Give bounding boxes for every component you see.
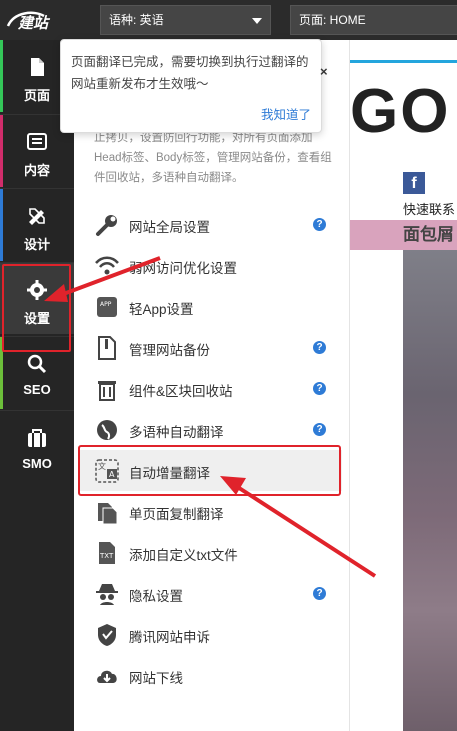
close-icon[interactable]: × (320, 64, 328, 79)
page-select-value: 页面: HOME (299, 13, 366, 27)
globe-icon (97, 420, 117, 440)
help-icon[interactable]: ? (313, 587, 326, 600)
svg-text:TXT: TXT (99, 552, 114, 560)
site-preview: GO f 快速联系 面包屑 (350, 40, 457, 731)
cloud-download-icon (97, 670, 117, 683)
help-icon[interactable]: ? (313, 218, 326, 231)
seo-icon (27, 354, 47, 374)
preview-banner-image (403, 250, 457, 731)
page-select[interactable]: 页面: HOME (290, 5, 457, 35)
panel-description: 止拷贝，设置防回行功能，对所有页面添加Head标签、Body标签，管理网站备份，… (94, 132, 332, 184)
trash-icon (98, 381, 116, 401)
spy-icon (96, 584, 118, 605)
txt-file-icon: TXT (99, 542, 115, 564)
app-icon: APP (97, 297, 117, 317)
preview-breadcrumb: 面包屑 (403, 225, 454, 244)
help-icon[interactable]: ? (313, 382, 326, 395)
menu-item-label: 单页面复制翻译 (129, 507, 224, 522)
svg-text:建站: 建站 (17, 14, 51, 32)
smo-icon (28, 429, 46, 447)
sidebar-item-smo[interactable]: SMO (0, 410, 74, 482)
svg-text:APP: APP (100, 301, 112, 308)
tooltip-message: 页面翻译已完成，需要切换到执行过翻译的网站重新发布才生效哦～ (71, 55, 309, 91)
menu-item-label: 轻App设置 (129, 302, 194, 317)
sidebar-item-label: SEO (23, 382, 51, 397)
wrench-icon (96, 215, 117, 236)
facebook-icon[interactable]: f (403, 172, 425, 194)
design-icon (29, 208, 45, 225)
menu-item-label: 组件&区块回收站 (129, 384, 233, 399)
menu-item-copy-page-translate[interactable]: 单页面复制翻译 (80, 491, 342, 532)
brand-logo[interactable]: 建站 (4, 6, 70, 34)
main-sidebar: 页面 内容 设计 设置 SEO SMO (0, 40, 74, 731)
chevron-down-icon (252, 18, 262, 24)
menu-item-tencent-appeal[interactable]: 腾讯网站申诉 (80, 614, 342, 655)
menu-item-label: 多语种自动翻译 (129, 425, 224, 440)
settings-menu-panel: 止拷贝，设置防回行功能，对所有页面添加Head标签、Body标签，管理网站备份，… (74, 40, 350, 731)
preview-left-column (350, 250, 403, 731)
content-icon (27, 133, 47, 150)
menu-item-privacy[interactable]: 隐私设置 ? (80, 573, 342, 614)
wifi-icon (95, 256, 119, 275)
help-icon[interactable]: ? (313, 423, 326, 436)
page-icon (31, 58, 44, 76)
menu-item-label: 管理网站备份 (129, 343, 210, 358)
brand-logo-mark: 建站 (6, 11, 51, 32)
menu-item-global-settings[interactable]: 网站全局设置 ? (80, 204, 342, 245)
preview-contact-text: 快速联系 (403, 202, 456, 217)
menu-item-label: 腾讯网站申诉 (129, 630, 210, 645)
sidebar-item-design[interactable]: 设计 (0, 188, 74, 261)
zip-file-icon (98, 336, 116, 360)
menu-item-label: 添加自定义txt文件 (129, 548, 238, 563)
sidebar-item-label: 内容 (23, 163, 50, 178)
help-icon[interactable]: ? (313, 341, 326, 354)
menu-item-custom-txt[interactable]: TXT 添加自定义txt文件 (80, 532, 342, 573)
menu-item-label: 网站全局设置 (129, 220, 210, 235)
menu-item-label: 弱网访问优化设置 (129, 261, 237, 276)
language-select-value: 语种: 英语 (109, 13, 164, 27)
menu-item-light-app[interactable]: APP 轻App设置 (80, 286, 342, 327)
sidebar-item-label: SMO (22, 456, 52, 471)
settings-highlight-box (2, 264, 71, 352)
top-bar: 建站 语种: 英语 页面: HOME (0, 0, 457, 40)
preview-logo: GO (350, 77, 451, 146)
menu-highlight-box (78, 445, 341, 496)
menu-item-recycle-bin[interactable]: 组件&区块回收站 ? (80, 368, 342, 409)
tooltip-ok-button[interactable]: 我知道了 (261, 104, 311, 123)
tencent-shield-icon (98, 624, 116, 646)
menu-item-backup[interactable]: 管理网站备份 ? (80, 327, 342, 368)
menu-item-label: 网站下线 (129, 671, 183, 686)
menu-item-weak-network[interactable]: 弱网访问优化设置 (80, 245, 342, 286)
menu-item-multi-language[interactable]: 多语种自动翻译 ? (80, 409, 342, 450)
copy-page-icon (98, 503, 118, 525)
preview-top-line (350, 60, 457, 63)
language-select[interactable]: 语种: 英语 (100, 5, 271, 35)
menu-item-site-offline[interactable]: 网站下线 (80, 655, 342, 696)
menu-item-label: 隐私设置 (129, 589, 183, 604)
sidebar-item-label: 设计 (23, 237, 50, 252)
translation-tooltip: 页面翻译已完成，需要切换到执行过翻译的网站重新发布才生效哦～ 我知道了 (60, 39, 322, 133)
